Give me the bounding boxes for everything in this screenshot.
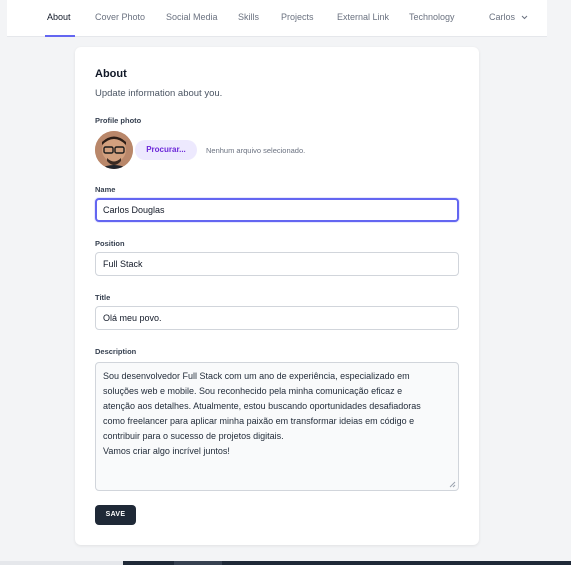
resize-handle-icon[interactable] — [449, 481, 456, 488]
description-line: Vamos criar algo incrível juntos! — [103, 446, 230, 456]
description-line: como freelancer para aplicar minha paixã… — [103, 416, 415, 426]
section-subtitle: Update information about you. — [95, 88, 223, 99]
profile-photo-label: Profile photo — [95, 116, 142, 125]
position-field[interactable]: Full Stack — [95, 252, 459, 276]
active-tab-indicator — [45, 35, 75, 37]
tab-external-link[interactable]: External Link — [337, 12, 389, 22]
user-menu[interactable]: Carlos — [489, 12, 528, 22]
avatar — [95, 131, 133, 169]
name-field[interactable]: Carlos Douglas — [95, 198, 459, 222]
user-name: Carlos — [489, 12, 516, 22]
file-status-text: Nenhum arquivo selecionado. — [206, 146, 306, 155]
tab-projects[interactable]: Projects — [281, 12, 314, 22]
description-line: soluções web e mobile. Sou reconhecido p… — [103, 386, 403, 396]
save-button[interactable]: SAVE — [95, 505, 136, 525]
tab-skills[interactable]: Skills — [238, 12, 259, 22]
profile-photo-image — [95, 131, 133, 169]
tab-about[interactable]: About — [47, 12, 71, 22]
tab-technology[interactable]: Technology — [409, 12, 455, 22]
description-line: Sou desenvolvedor Full Stack com um ano … — [103, 371, 410, 381]
description-label: Description — [95, 347, 137, 356]
tab-social-media[interactable]: Social Media — [166, 12, 218, 22]
position-label: Position — [95, 239, 125, 248]
description-line: contribuir para o sucesso de projetos di… — [103, 431, 284, 441]
name-label: Name — [95, 185, 116, 194]
tab-cover-photo[interactable]: Cover Photo — [95, 12, 145, 22]
title-field[interactable]: Olá meu povo. — [95, 306, 459, 330]
description-line: atenção aos detalhes. Atualmente, estou … — [103, 401, 421, 411]
description-field[interactable]: Sou desenvolvedor Full Stack com um ano … — [95, 362, 459, 491]
taskbar-segment — [174, 561, 222, 565]
page-scroll-gutter — [547, 0, 571, 565]
about-form-card: About Update information about you. Prof… — [75, 47, 479, 545]
profile-tabs-nav: About Cover Photo Social Media Skills Pr… — [7, 0, 547, 37]
taskbar-segment — [0, 561, 123, 565]
title-label: Title — [95, 293, 111, 302]
section-title: About — [95, 68, 127, 80]
browse-file-button[interactable]: Procurar... — [135, 140, 197, 160]
chevron-down-icon — [521, 15, 527, 20]
